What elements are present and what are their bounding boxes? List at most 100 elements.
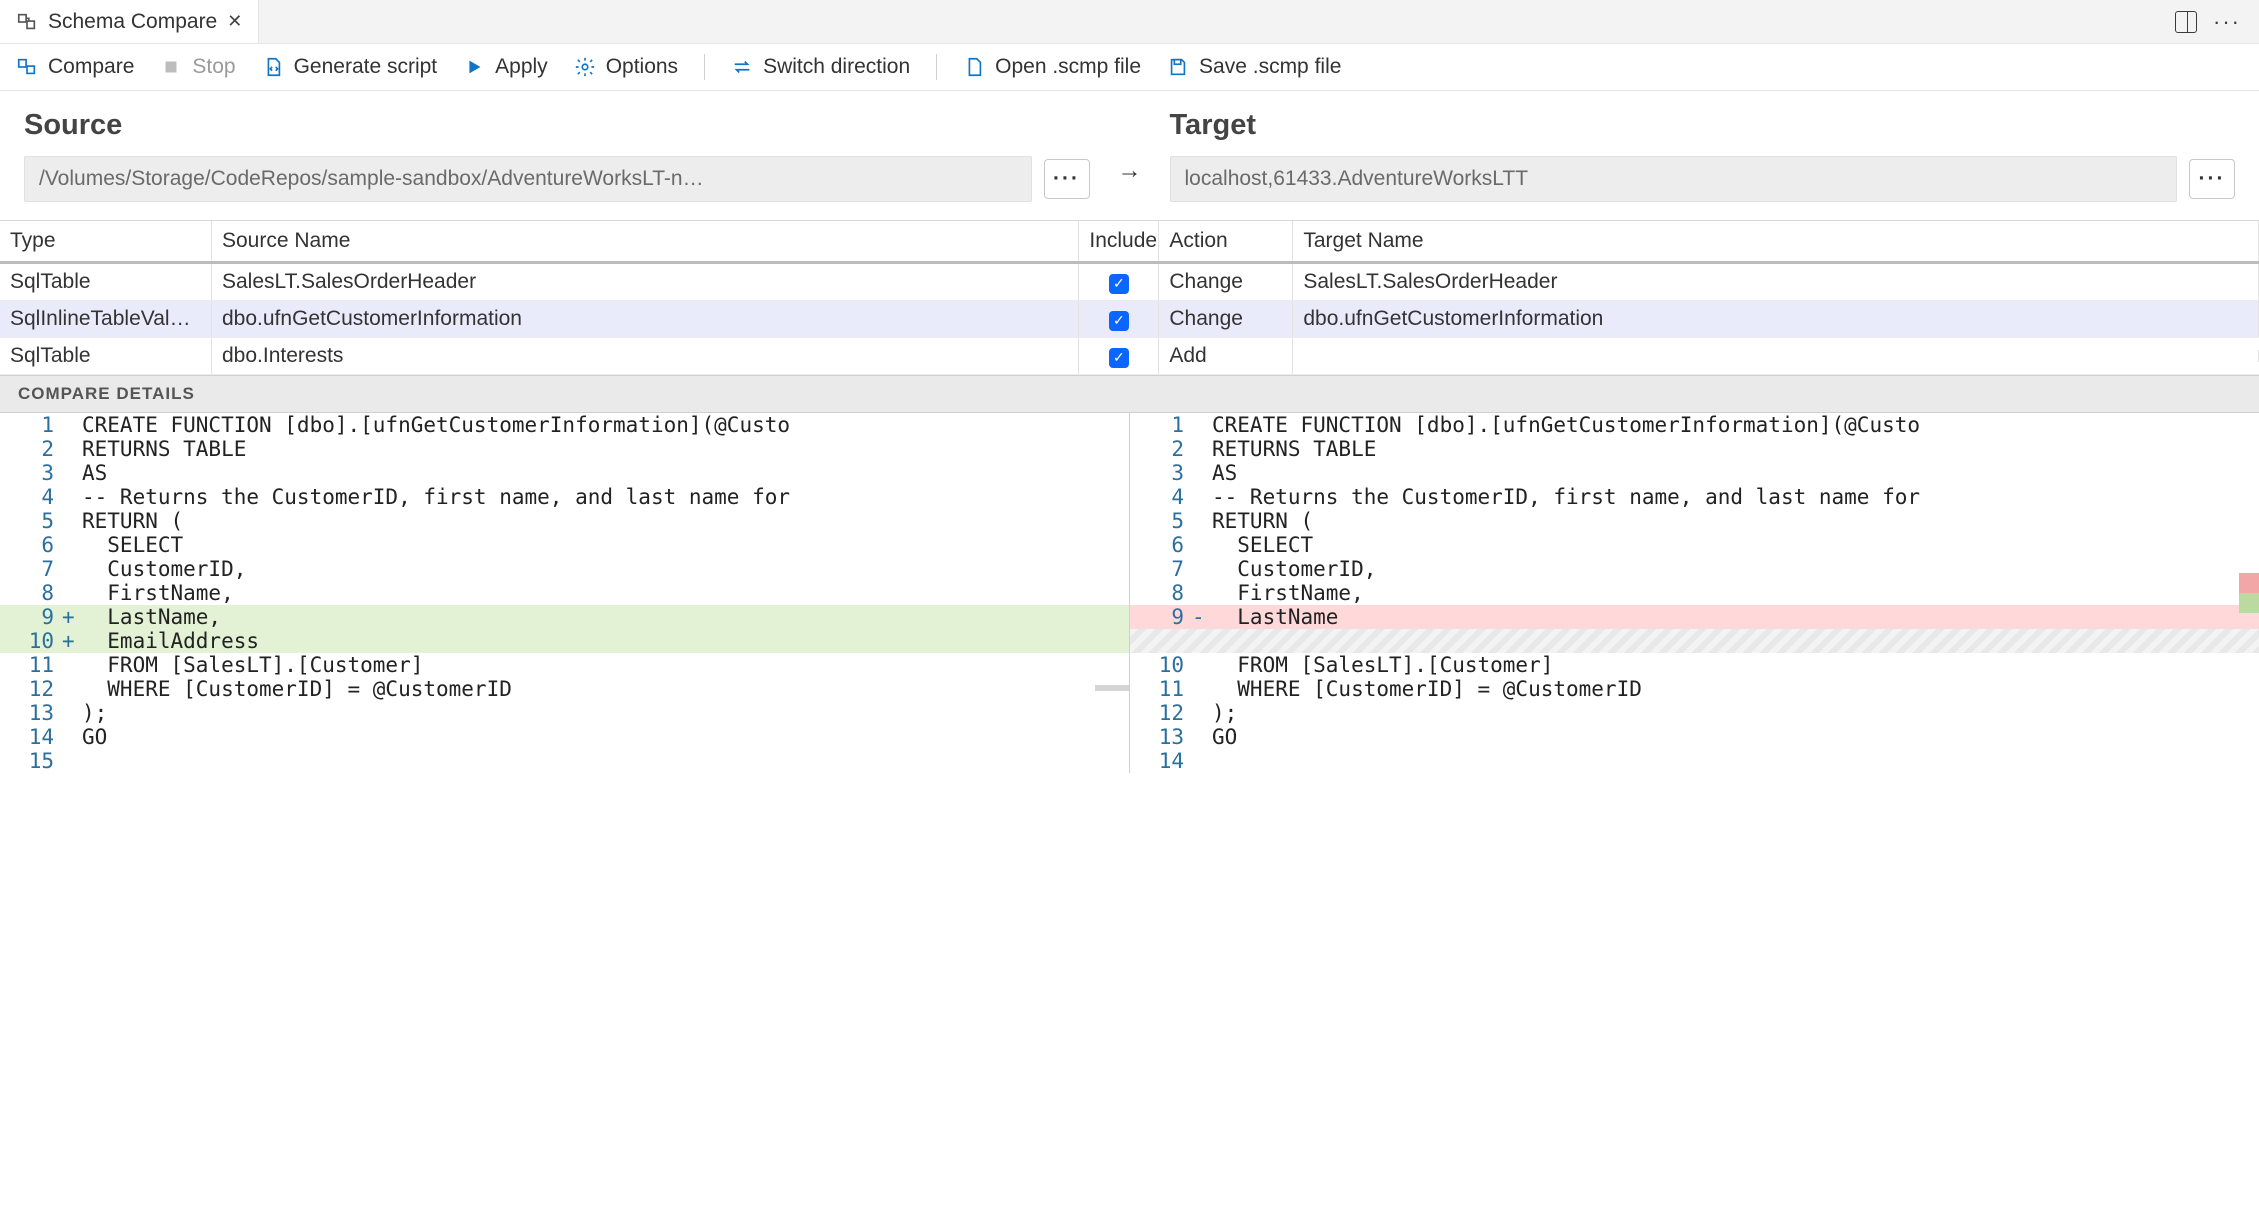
overview-ruler[interactable] (2239, 413, 2259, 773)
line-number (1130, 629, 1192, 653)
apply-label: Apply (495, 55, 548, 79)
cell-include[interactable]: ✓ (1079, 264, 1159, 300)
stop-icon (160, 56, 182, 78)
code-line: 12 WHERE [CustomerID] = @CustomerID (0, 677, 1129, 701)
save-scmp-button[interactable]: Save .scmp file (1167, 55, 1341, 79)
swap-icon (731, 56, 753, 78)
code-line: 10 FROM [SalesLT].[Customer] (1130, 653, 2259, 677)
line-number: 1 (0, 413, 62, 437)
line-number: 13 (1130, 725, 1192, 749)
code-line: 6 SELECT (0, 533, 1129, 557)
code-line: 14 GO (0, 725, 1129, 749)
col-source-name[interactable]: Source Name (212, 221, 1079, 261)
diff-view: 1 CREATE FUNCTION [dbo].[ufnGetCustomerI… (0, 413, 2259, 773)
table-row[interactable]: SqlInlineTableValuedFu… dbo.ufnGetCustome… (0, 301, 2259, 338)
col-type[interactable]: Type (0, 221, 212, 261)
compare-button[interactable]: Compare (16, 55, 134, 79)
source-input[interactable]: /Volumes/Storage/CodeRepos/sample-sandbo… (24, 156, 1032, 202)
compare-grid: Type Source Name Include Action Target N… (0, 220, 2259, 375)
more-actions-icon[interactable]: ··· (2213, 9, 2241, 35)
line-number: 5 (1130, 509, 1192, 533)
code-text: CustomerID, (1208, 557, 2259, 581)
diff-sign (1192, 677, 1208, 701)
diff-pane-source[interactable]: 1 CREATE FUNCTION [dbo].[ufnGetCustomerI… (0, 413, 1129, 773)
checkbox-icon[interactable]: ✓ (1109, 348, 1129, 368)
diff-sign (62, 413, 78, 437)
cell-target-name (1293, 350, 2259, 362)
diff-sign (62, 749, 78, 773)
col-include[interactable]: Include (1079, 221, 1159, 261)
line-number: 11 (0, 653, 62, 677)
switch-direction-button[interactable]: Switch direction (731, 55, 910, 79)
code-line: 5 RETURN ( (1130, 509, 2259, 533)
code-line: 4 -- Returns the CustomerID, first name,… (0, 485, 1129, 509)
stop-label: Stop (192, 55, 235, 79)
diff-sign (62, 701, 78, 725)
stop-button: Stop (160, 55, 235, 79)
col-target-name[interactable]: Target Name (1293, 221, 2259, 261)
tab-bar: Schema Compare ✕ ··· (0, 0, 2259, 44)
switch-direction-label: Switch direction (763, 55, 910, 79)
cell-action: Change (1159, 301, 1293, 337)
tab-title: Schema Compare (48, 10, 217, 34)
code-text: GO (1208, 725, 2259, 749)
cell-type: SqlInlineTableValuedFu… (0, 301, 212, 337)
compare-label: Compare (48, 55, 134, 79)
line-number: 4 (0, 485, 62, 509)
cell-include[interactable]: ✓ (1079, 338, 1159, 374)
target-input[interactable]: localhost,61433.AdventureWorksLTT (1170, 156, 2178, 202)
diff-sign: + (62, 629, 78, 653)
code-text: SELECT (1208, 533, 2259, 557)
generate-script-label: Generate script (294, 55, 438, 79)
close-icon[interactable]: ✕ (227, 11, 242, 32)
col-action[interactable]: Action (1159, 221, 1293, 261)
line-number: 8 (0, 581, 62, 605)
source-more-button[interactable]: ··· (1044, 159, 1090, 199)
cell-include[interactable]: ✓ (1079, 301, 1159, 337)
code-line: 3 AS (1130, 461, 2259, 485)
target-column: Target localhost,61433.AdventureWorksLTT… (1170, 109, 2236, 202)
source-column: Source /Volumes/Storage/CodeRepos/sample… (24, 109, 1090, 202)
diff-sign (1192, 629, 1208, 653)
code-text: FirstName, (78, 581, 1129, 605)
code-line: 13 ); (0, 701, 1129, 725)
toolbar-divider (704, 54, 705, 80)
cell-action: Change (1159, 264, 1293, 300)
code-text: RETURN ( (78, 509, 1129, 533)
code-text: AS (78, 461, 1129, 485)
code-line (1130, 629, 2259, 653)
apply-button[interactable]: Apply (463, 55, 548, 79)
code-text: ); (1208, 701, 2259, 725)
line-number: 6 (1130, 533, 1192, 557)
cell-source-name: dbo.Interests (212, 338, 1079, 374)
code-text: FROM [SalesLT].[Customer] (78, 653, 1129, 677)
diff-sign (1192, 701, 1208, 725)
diff-pane-target[interactable]: 1 CREATE FUNCTION [dbo].[ufnGetCustomerI… (1129, 413, 2259, 773)
cell-target-name: dbo.ufnGetCustomerInformation (1293, 301, 2259, 337)
code-text: CREATE FUNCTION [dbo].[ufnGetCustomerInf… (1208, 413, 2259, 437)
code-text: CustomerID, (78, 557, 1129, 581)
cell-action: Add (1159, 338, 1293, 374)
table-row[interactable]: SqlTabledbo.Interests✓Add (0, 338, 2259, 375)
code-text: WHERE [CustomerID] = @CustomerID (1208, 677, 2259, 701)
toolbar: Compare Stop Generate script Apply Optio… (0, 44, 2259, 91)
checkbox-icon[interactable]: ✓ (1109, 311, 1129, 331)
code-line: 10+ EmailAddress (0, 629, 1129, 653)
save-icon (1167, 56, 1189, 78)
play-icon (463, 56, 485, 78)
line-number: 14 (1130, 749, 1192, 773)
open-scmp-button[interactable]: Open .scmp file (963, 55, 1141, 79)
tab-schema-compare[interactable]: Schema Compare ✕ (0, 0, 259, 43)
code-line: 1 CREATE FUNCTION [dbo].[ufnGetCustomerI… (1130, 413, 2259, 437)
target-more-button[interactable]: ··· (2189, 159, 2235, 199)
save-scmp-label: Save .scmp file (1199, 55, 1341, 79)
split-editor-icon[interactable] (2175, 11, 2197, 33)
code-line: 2 RETURNS TABLE (0, 437, 1129, 461)
table-row[interactable]: SqlTableSalesLT.SalesOrderHeader✓ChangeS… (0, 264, 2259, 301)
code-text: FirstName, (1208, 581, 2259, 605)
checkbox-icon[interactable]: ✓ (1109, 274, 1129, 294)
diff-sign (62, 557, 78, 581)
options-button[interactable]: Options (574, 55, 678, 79)
code-text: -- Returns the CustomerID, first name, a… (78, 485, 1129, 509)
generate-script-button[interactable]: Generate script (262, 55, 438, 79)
